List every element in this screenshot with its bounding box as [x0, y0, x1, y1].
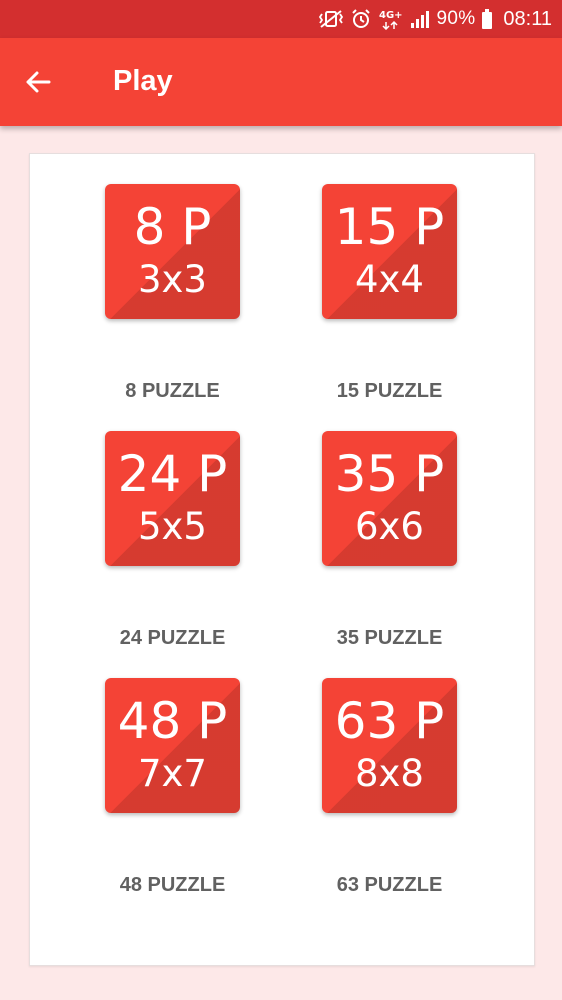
puzzle-tile-title: 8 P: [133, 198, 212, 256]
puzzle-tile-size: 8x8: [355, 752, 424, 795]
alarm-icon: [350, 8, 372, 30]
battery-percent: 90%: [436, 8, 476, 29]
puzzle-label[interactable]: 24 PUZZLE: [105, 627, 240, 650]
puzzle-tile[interactable]: 15 P 4x4: [322, 184, 457, 319]
puzzle-tile[interactable]: 63 P 8x8: [322, 678, 457, 813]
battery-icon: [481, 8, 493, 30]
puzzle-card: 8 P 3x3 8 PUZZLE 15 P 4x4 15 PUZZLE 24 P…: [29, 153, 535, 966]
puzzle-option-48[interactable]: 48 P 7x7 48 PUZZLE: [60, 678, 240, 896]
puzzle-option-15[interactable]: 15 P 4x4 15 PUZZLE: [277, 184, 457, 402]
puzzle-option-63[interactable]: 63 P 8x8 63 PUZZLE: [277, 678, 457, 896]
puzzle-tile-title: 24 P: [117, 445, 228, 503]
puzzle-tile-size: 5x5: [138, 505, 207, 548]
network-text: 4G+: [379, 10, 403, 21]
puzzle-tile-title: 15 P: [334, 198, 445, 256]
app-bar: Play: [0, 38, 562, 126]
puzzle-label[interactable]: 35 PUZZLE: [322, 627, 457, 650]
puzzle-option-35[interactable]: 35 P 6x6 35 PUZZLE: [277, 431, 457, 649]
puzzle-option-24[interactable]: 24 P 5x5 24 PUZZLE: [60, 431, 240, 649]
clock: 08:11: [503, 7, 552, 30]
puzzle-label[interactable]: 15 PUZZLE: [322, 380, 457, 403]
puzzle-tile[interactable]: 48 P 7x7: [105, 678, 240, 813]
puzzle-label[interactable]: 48 PUZZLE: [105, 874, 240, 897]
puzzle-tile-size: 6x6: [355, 505, 424, 548]
puzzle-tile[interactable]: 8 P 3x3: [105, 184, 240, 319]
signal-icon: [410, 8, 430, 30]
puzzle-tile[interactable]: 24 P 5x5: [105, 431, 240, 566]
page-title: Play: [113, 65, 173, 97]
puzzle-label[interactable]: 8 PUZZLE: [105, 380, 240, 403]
puzzle-tile[interactable]: 35 P 6x6: [322, 431, 457, 566]
puzzle-tile-size: 3x3: [138, 258, 207, 301]
puzzle-tile-title: 63 P: [334, 692, 445, 750]
status-bar: 4G+ 90% 08:11: [0, 0, 562, 38]
arrow-back-icon: [26, 71, 51, 93]
puzzle-tile-size: 7x7: [138, 752, 207, 795]
puzzle-option-8[interactable]: 8 P 3x3 8 PUZZLE: [60, 184, 240, 402]
puzzle-tile-title: 48 P: [117, 692, 228, 750]
back-button[interactable]: [18, 60, 58, 104]
puzzle-tile-title: 35 P: [334, 445, 445, 503]
puzzle-label[interactable]: 63 PUZZLE: [322, 874, 457, 897]
puzzle-grid: 8 P 3x3 8 PUZZLE 15 P 4x4 15 PUZZLE 24 P…: [30, 154, 534, 965]
puzzle-tile-size: 4x4: [355, 258, 424, 301]
network-type-icon: 4G+: [378, 8, 404, 30]
vibrate-icon: [318, 8, 344, 30]
